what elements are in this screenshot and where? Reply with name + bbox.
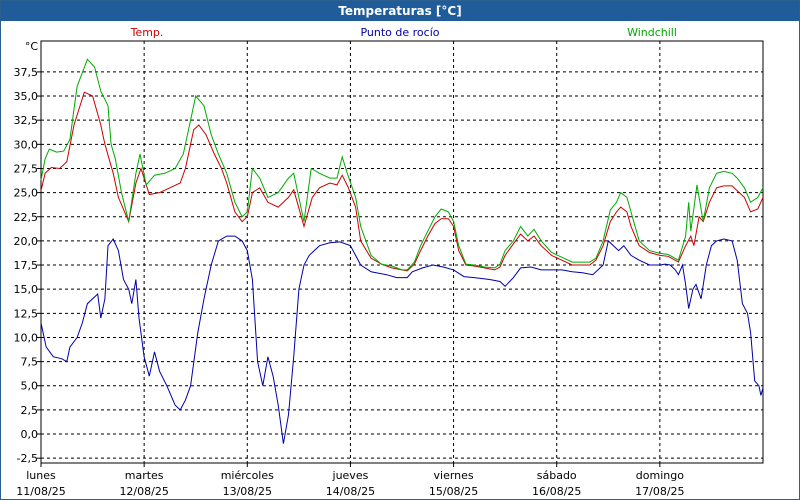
y-tick-label: 22,5 [14, 211, 39, 224]
x-tick-label-day: miércoles [221, 469, 274, 482]
y-tick-label: 37,5 [14, 66, 39, 79]
legend-item: Punto de rocío [360, 26, 439, 39]
x-tick-label-day: viernes [434, 469, 474, 482]
y-tick-label: 10,0 [14, 331, 39, 344]
y-tick-label: 5,0 [21, 380, 39, 393]
x-tick-label-date: 16/08/25 [532, 485, 581, 498]
y-tick-label: 20,0 [14, 235, 39, 248]
y-tick-label: 2,5 [21, 404, 39, 417]
chart-window: Temperaturas [°C] -2,5 0,0 2,5 5,0 7,5 10,0 12… [0, 0, 800, 500]
x-tick-label-day: sábado [537, 469, 577, 482]
y-tick-label: 32,5 [14, 114, 39, 127]
legend-item: Windchill [627, 26, 677, 39]
y-tick-label: 35,0 [14, 90, 39, 103]
y-tick-label: 17,5 [14, 259, 39, 272]
y-tick-label: 12,5 [14, 307, 39, 320]
y-tick-label: 15,0 [14, 283, 39, 296]
y-tick-label: 0,0 [21, 428, 39, 441]
y-axis-unit: °C [25, 40, 39, 53]
x-tick-label-day: domingo [636, 469, 684, 482]
x-tick-label-date: 11/08/25 [16, 485, 65, 498]
y-tick-label: 30,0 [14, 138, 39, 151]
y-tick-label: -2,5 [17, 452, 38, 465]
legend-item: Temp. [130, 26, 164, 39]
x-tick-label-day: martes [125, 469, 164, 482]
x-tick-label-day: lunes [26, 469, 56, 482]
y-tick-label: 27,5 [14, 162, 39, 175]
y-tick-label: 7,5 [21, 356, 39, 369]
temperature-chart: -2,5 0,0 2,5 5,0 7,5 10,0 12,5 15,0 17,5 20,0 22,5… [14, 26, 764, 498]
x-tick-label-date: 17/08/25 [635, 485, 684, 498]
x-tick-label-date: 14/08/25 [326, 485, 375, 498]
x-tick-label-date: 13/08/25 [223, 485, 272, 498]
x-tick-label-date: 12/08/25 [119, 485, 168, 498]
y-tick-label: 25,0 [14, 187, 39, 200]
x-tick-label-date: 15/08/25 [429, 485, 478, 498]
x-tick-label-day: jueves [332, 469, 369, 482]
